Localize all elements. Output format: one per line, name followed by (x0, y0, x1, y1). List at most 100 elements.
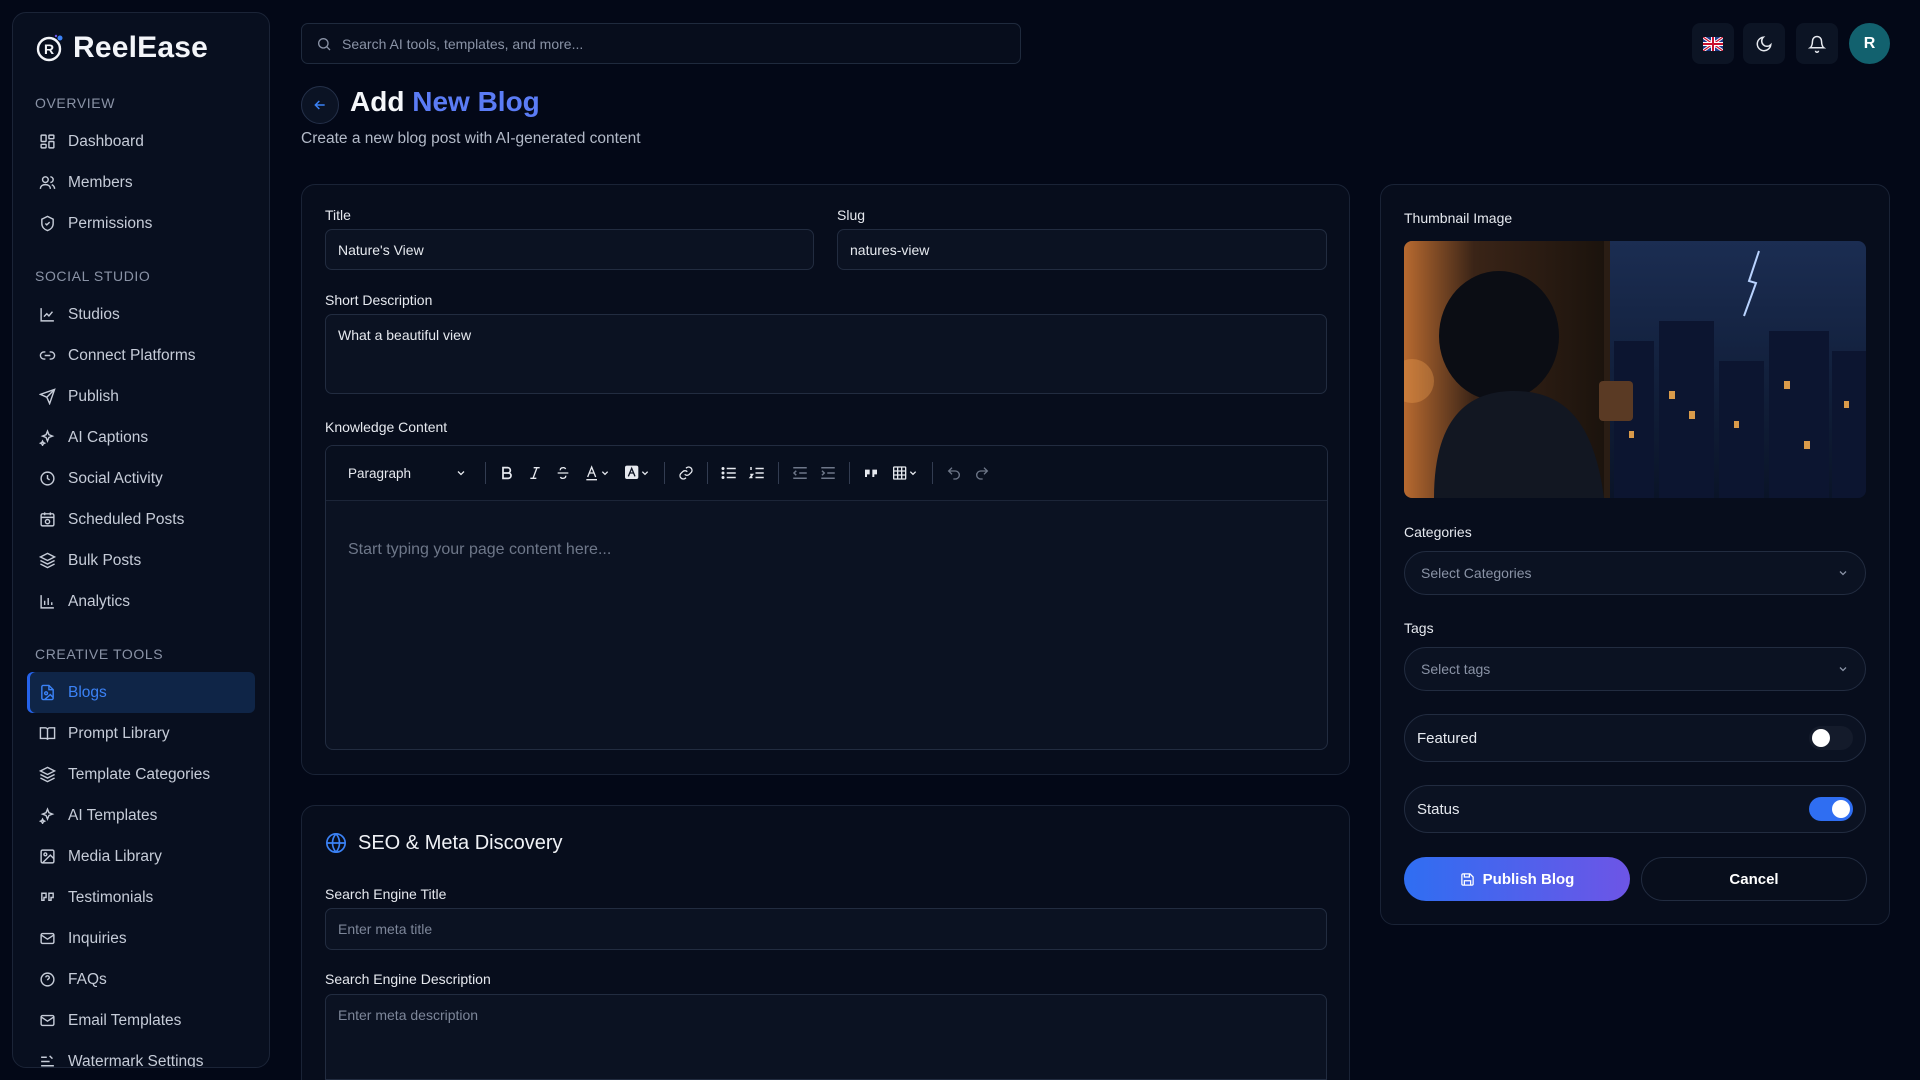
highlight-color-button[interactable] (617, 459, 657, 487)
numbered-list-icon (748, 467, 764, 479)
theme-toggle-button[interactable] (1743, 23, 1785, 64)
chart-icon (40, 308, 54, 322)
sidebar-item-faqs[interactable]: FAQs (27, 959, 255, 1000)
outdent-button[interactable] (786, 459, 814, 487)
link-icon (679, 466, 693, 480)
brand-logo[interactable]: R ReelEase (13, 13, 269, 85)
sidebar-item-template-categories[interactable]: Template Categories (27, 754, 255, 795)
tags-label: Tags (1404, 620, 1434, 636)
strikethrough-button[interactable] (549, 459, 577, 487)
publish-blog-button[interactable]: Publish Blog (1404, 857, 1630, 901)
title-input[interactable]: Nature's View (325, 229, 814, 270)
send-icon (39, 388, 56, 405)
sidebar-item-label: Template Categories (68, 765, 211, 783)
sidebar-item-label: Publish (68, 387, 119, 405)
language-button[interactable] (1692, 23, 1734, 64)
thumbnail-image[interactable] (1404, 241, 1866, 498)
toggle-knob (1832, 800, 1850, 818)
search-input[interactable]: Search AI tools, templates, and more... (301, 23, 1021, 64)
italic-button[interactable] (521, 459, 549, 487)
notifications-button[interactable] (1796, 23, 1838, 64)
highlight-icon (625, 465, 649, 479)
cancel-button[interactable]: Cancel (1641, 857, 1867, 901)
sidebar-item-label: Dashboard (68, 132, 144, 150)
slug-input[interactable]: natures-view (837, 229, 1327, 270)
tags-placeholder: Select tags (1421, 661, 1491, 677)
sidebar-item-inquiries[interactable]: Inquiries (27, 918, 255, 959)
redo-icon (976, 467, 989, 480)
blockquote-button[interactable] (857, 459, 885, 487)
sidebar-item-label: FAQs (68, 970, 107, 988)
categories-select[interactable]: Select Categories (1404, 551, 1866, 595)
sidebar-item-bulk-posts[interactable]: Bulk Posts (27, 540, 255, 581)
numbered-list-button[interactable] (743, 459, 771, 487)
table-icon (893, 466, 917, 480)
title-label: Title (325, 207, 351, 223)
toolbar-divider (849, 462, 850, 484)
status-label: Status (1417, 800, 1460, 818)
editor-content-area[interactable]: Start typing your page content here... (326, 501, 1327, 599)
page-title: Add New Blog (350, 86, 540, 118)
sidebar-item-connect-platforms[interactable]: Connect Platforms (27, 335, 255, 376)
avatar[interactable]: R (1849, 23, 1890, 64)
sidebar-item-prompt-library[interactable]: Prompt Library (27, 713, 255, 754)
short-description-textarea[interactable]: What a beautiful view (325, 314, 1327, 394)
search-icon (318, 37, 331, 50)
tags-select[interactable]: Select tags (1404, 647, 1866, 691)
nav-creative-tools: Blogs Prompt Library Template Categories… (13, 672, 269, 1067)
sidebar-item-social-activity[interactable]: Social Activity (27, 458, 255, 499)
toggle-knob (1812, 729, 1830, 747)
sidebar-item-studios[interactable]: Studios (27, 294, 255, 335)
toolbar-divider (778, 462, 779, 484)
paragraph-select[interactable]: Paragraph (348, 466, 478, 481)
sidebar-item-analytics[interactable]: Analytics (27, 581, 255, 622)
sidebar-item-label: Members (68, 173, 133, 191)
sidebar-item-dashboard[interactable]: Dashboard (27, 121, 255, 162)
bullet-list-button[interactable] (715, 459, 743, 487)
sidebar-item-label: Testimonials (68, 888, 154, 906)
sidebar-item-label: Studios (68, 305, 120, 323)
sidebar-item-testimonials[interactable]: Testimonials (27, 877, 255, 918)
redo-button[interactable] (968, 459, 996, 487)
image-icon (40, 849, 55, 864)
sidebar-item-publish[interactable]: Publish (27, 376, 255, 417)
bold-button[interactable] (493, 459, 521, 487)
sidebar-item-media-library[interactable]: Media Library (27, 836, 255, 877)
text-color-button[interactable] (577, 459, 617, 487)
meta-description-textarea[interactable]: Enter meta description (325, 994, 1327, 1080)
sidebar-item-label: Scheduled Posts (68, 510, 185, 528)
book-icon (39, 727, 56, 741)
undo-button[interactable] (940, 459, 968, 487)
page-subtitle: Create a new blog post with AI-generated… (301, 130, 641, 147)
sidebar-item-ai-captions[interactable]: AI Captions (27, 417, 255, 458)
link-icon (39, 351, 56, 360)
sidebar-item-watermark-settings[interactable]: Watermark Settings (27, 1041, 255, 1067)
indent-button[interactable] (814, 459, 842, 487)
sidebar-item-scheduled-posts[interactable]: Scheduled Posts (27, 499, 255, 540)
meta-title-input[interactable]: Enter meta title (325, 908, 1327, 950)
featured-toggle[interactable] (1809, 726, 1853, 750)
back-button[interactable] (301, 86, 339, 124)
users-icon (39, 176, 56, 189)
search-placeholder: Search AI tools, templates, and more... (342, 35, 584, 52)
calendar-clock-icon (40, 512, 55, 527)
seo-heading: SEO & Meta Discovery (358, 832, 563, 854)
link-button[interactable] (672, 459, 700, 487)
sidebar-item-email-templates[interactable]: Email Templates (27, 1000, 255, 1041)
knowledge-content-label: Knowledge Content (325, 419, 448, 435)
sidebar-item-members[interactable]: Members (27, 162, 255, 203)
chevron-down-icon (457, 471, 465, 476)
sidebar-item-label: Connect Platforms (68, 346, 196, 364)
sidebar-item-ai-templates[interactable]: AI Templates (27, 795, 255, 836)
sidebar-item-permissions[interactable]: Permissions (27, 203, 255, 244)
section-title-social-studio: SOCIAL STUDIO (35, 268, 151, 284)
indent-icon (821, 467, 835, 479)
reelease-logo-icon: R (36, 34, 63, 62)
help-circle-icon (40, 972, 55, 987)
editor-toolbar: Paragraph (326, 446, 1327, 501)
outdent-icon (792, 467, 807, 479)
status-toggle[interactable] (1809, 797, 1853, 821)
sidebar-item-blogs[interactable]: Blogs (27, 672, 255, 713)
layers-icon (39, 552, 56, 569)
table-button[interactable] (885, 459, 925, 487)
